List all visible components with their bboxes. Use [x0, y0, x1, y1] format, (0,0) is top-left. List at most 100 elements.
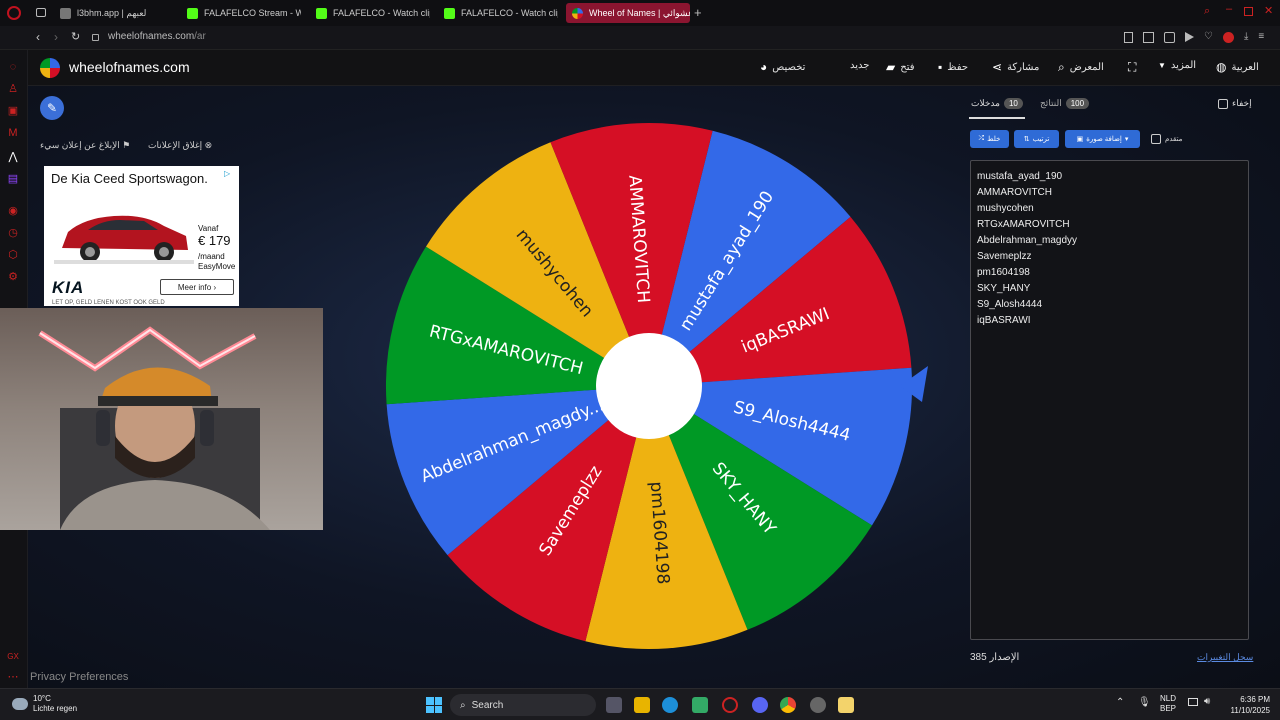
hide-checkbox[interactable]: [1218, 98, 1228, 109]
windows-start-icon[interactable]: [426, 697, 442, 713]
system-clock[interactable]: 6:36 PM 11/10/2025: [1231, 694, 1270, 716]
minimize-icon[interactable]: –: [1226, 3, 1232, 15]
results-count-badge: 100: [1065, 98, 1090, 109]
edit-pencil-button[interactable]: ✎: [40, 96, 64, 120]
wheel-of-names[interactable]: mustafa_ayad_190iqBASRAWIS9_Alosh4444SKY…: [378, 118, 928, 652]
download-icon[interactable]: ⤓: [1244, 32, 1248, 43]
heart-icon[interactable]: ♡: [1204, 32, 1213, 43]
clock-time: 6:36 PM: [1240, 695, 1270, 704]
task-view-icon[interactable]: [606, 697, 622, 713]
tab-falafelco-stream[interactable]: FALAFELCO Stream - Wat: [181, 3, 301, 23]
report-ad-link[interactable]: الإبلاغ عن إعلان سيء ⚑: [40, 140, 130, 151]
notes-icon[interactable]: [838, 697, 854, 713]
chrome-icon[interactable]: [780, 697, 796, 713]
tab-results[interactable]: النتائج 100: [1040, 98, 1090, 109]
vpn-icon[interactable]: [1164, 32, 1175, 43]
search-label: Search: [471, 699, 504, 711]
browser-tab-bar: l3bhm.app | لعبهم FALAFELCO Stream - Wat…: [0, 0, 1280, 26]
weather-widget[interactable]: 10°C Lichte regen: [33, 694, 77, 714]
mail-icon[interactable]: M: [6, 126, 20, 140]
volume-icon[interactable]: 🔊︎: [1204, 696, 1210, 707]
new-tab-button[interactable]: +: [694, 5, 702, 20]
aria-icon[interactable]: ◌: [6, 60, 20, 74]
opera-gx-taskbar-icon[interactable]: [722, 697, 738, 713]
tab-falafelco-clip-2[interactable]: FALAFELCO - Watch clip: [438, 3, 558, 23]
gallery-button[interactable]: ⌕ المعرض: [1058, 60, 1104, 75]
ad-info-icon[interactable]: ▷: [224, 169, 230, 178]
weather-icon[interactable]: [12, 698, 28, 710]
close-ads-link[interactable]: إغلاق الإعلانات ⊗: [148, 140, 212, 151]
wheel-center-button[interactable]: [596, 333, 702, 439]
share-button[interactable]: ⋖ مشاركة: [992, 60, 1039, 74]
entry-line: Savemeplzz: [977, 251, 1032, 262]
store-icon[interactable]: [692, 697, 708, 713]
active-app-icon[interactable]: ⋀: [6, 150, 20, 164]
bookmark-icon[interactable]: [1124, 32, 1133, 43]
url-field[interactable]: wheelofnames.com/ar: [108, 31, 206, 42]
more-menu-button[interactable]: ▼ المزيد: [1158, 60, 1196, 71]
advanced-checkbox[interactable]: [1151, 134, 1161, 144]
tab-l3bhm[interactable]: l3bhm.app | لعبهم: [54, 3, 172, 23]
entries-textarea[interactable]: mustafa_ayad_190 AMMAROVITCH mushycohen RTG…: [970, 160, 1249, 640]
extensions-icon[interactable]: ⬡: [6, 248, 20, 262]
network-icon[interactable]: [1188, 698, 1198, 706]
wheel-logo-icon[interactable]: [40, 58, 60, 78]
ad-more-info-button[interactable]: Meer info ›: [160, 279, 234, 295]
site-logo-text[interactable]: wheelofnames.com: [69, 59, 190, 75]
tab-label: FALAFELCO Stream - Wat: [204, 8, 301, 18]
save-button[interactable]: ▪ حفظ: [938, 60, 968, 74]
gx-icon[interactable]: GX: [6, 650, 20, 664]
entries-panel: مدخلات 10 النتائج 100 إخفاء ⤮ خلط ⇅ ترتيب ▣ إ…: [959, 90, 1255, 680]
close-icon[interactable]: ✕: [1264, 4, 1273, 17]
settings-icon[interactable]: ⚙: [6, 270, 20, 284]
tab-label: Wheel of Names | عشوائي: [589, 7, 690, 18]
version-label: الإصدار: [989, 652, 1020, 663]
open-button[interactable]: ▰ فتح: [886, 60, 915, 74]
entry-line: mustafa_ayad_190: [977, 171, 1063, 182]
fullscreen-icon: ⛶: [1128, 60, 1137, 74]
input-language[interactable]: NLD BEP: [1160, 694, 1176, 714]
advanced-toggle[interactable]: متقدم: [1151, 134, 1182, 144]
tab-menu-icon[interactable]: [36, 8, 46, 17]
app-icon[interactable]: [810, 697, 826, 713]
advertisement[interactable]: ▷ De Kia Ceed Sportswagon. Vanaf € 179 /…: [44, 166, 239, 306]
history-icon[interactable]: ◷: [6, 226, 20, 240]
language-button[interactable]: ◍ العربية: [1216, 60, 1259, 74]
changelog-link[interactable]: سجل التغييرات: [1197, 652, 1253, 663]
shuffle-button[interactable]: ⤮ خلط: [970, 130, 1009, 148]
play-icon[interactable]: [1185, 32, 1194, 42]
tab-falafelco-clip-1[interactable]: FALAFELCO - Watch clip: [310, 3, 430, 23]
back-icon[interactable]: ‹: [36, 30, 40, 44]
opera-logo-icon[interactable]: [7, 6, 21, 20]
forward-icon[interactable]: ›: [54, 30, 58, 44]
tab-wheel-of-names[interactable]: Wheel of Names | عشوائي: [566, 3, 690, 23]
reload-icon[interactable]: ↻: [71, 30, 80, 43]
profile-icon[interactable]: [1222, 32, 1234, 43]
new-button[interactable]: جديد: [850, 60, 869, 71]
sort-button[interactable]: ⇅ ترتيب: [1014, 130, 1059, 148]
messenger-icon[interactable]: ▣: [6, 104, 20, 118]
twitch-icon[interactable]: ▤: [6, 172, 20, 186]
profile-sidebar-icon[interactable]: ♙: [6, 82, 20, 96]
taskbar-search[interactable]: ⌕ Search: [450, 694, 596, 716]
fullscreen-button[interactable]: ⛶: [1128, 60, 1136, 75]
customize-button[interactable]: ◕ تخصيص: [760, 60, 805, 74]
hide-toggle[interactable]: إخفاء: [1218, 98, 1252, 109]
tab-label: FALAFELCO - Watch clip: [333, 8, 430, 18]
menu-icon[interactable]: ≡: [1258, 32, 1264, 43]
add-image-button[interactable]: ▣ إضافة صورة ▾: [1065, 130, 1140, 148]
streamer-video: [38, 326, 270, 530]
maximize-icon[interactable]: [1244, 7, 1253, 16]
search-tabs-icon[interactable]: ⌕: [1204, 5, 1210, 18]
edge-icon[interactable]: [662, 697, 678, 713]
file-explorer-icon[interactable]: [634, 697, 650, 713]
tray-chevron-icon[interactable]: ⌃: [1116, 697, 1124, 708]
entry-line: S9_Alosh4444: [977, 299, 1043, 310]
snapshot-icon[interactable]: [1143, 32, 1154, 43]
player-icon[interactable]: ◉: [6, 204, 20, 218]
more-sidebar-icon[interactable]: ⋯: [6, 670, 20, 684]
tab-entries[interactable]: مدخلات 10: [971, 98, 1023, 109]
privacy-preferences-link[interactable]: Privacy Preferences: [30, 671, 128, 683]
discord-icon[interactable]: [752, 697, 768, 713]
mic-icon[interactable]: 🎙︎: [1138, 697, 1151, 708]
